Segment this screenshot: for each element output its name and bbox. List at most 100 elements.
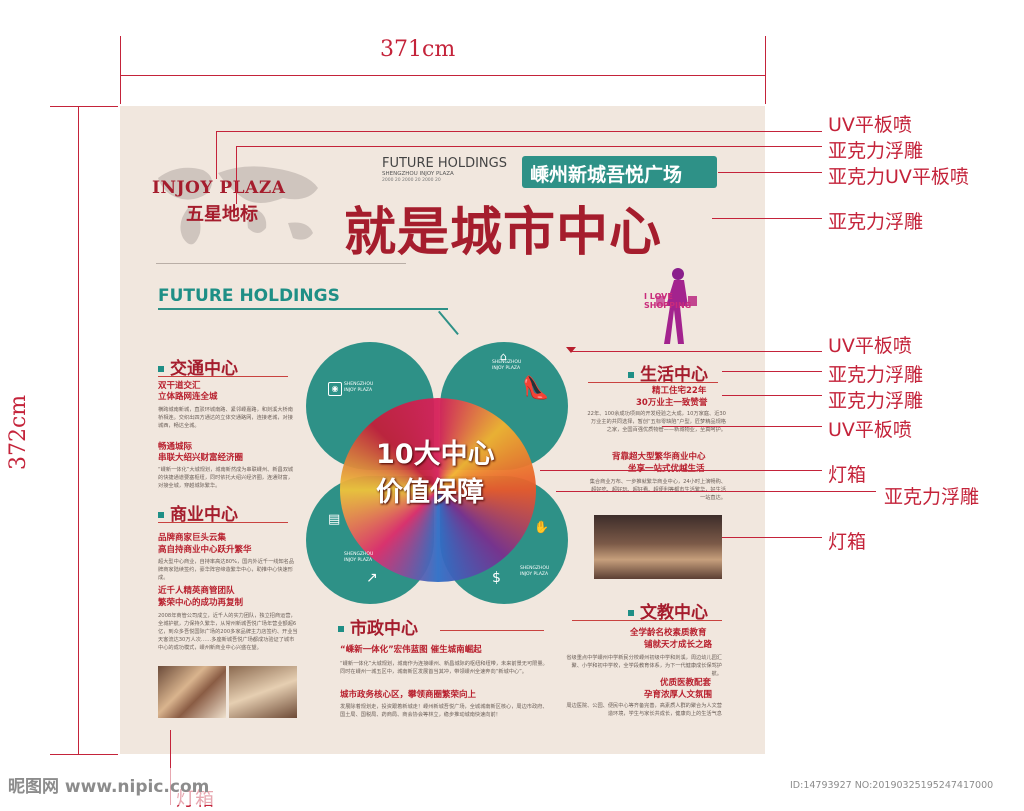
headline: 就是城市中心	[344, 203, 663, 263]
label-acrylic-1: 亚克力浮雕	[828, 140, 924, 162]
leader-line-9	[540, 470, 822, 471]
civic-title-text: 市政中心	[350, 619, 418, 639]
label-uv-2: UV平板喷	[828, 335, 912, 357]
business-underline	[158, 522, 288, 523]
leader-line-7	[722, 395, 822, 396]
civic-underline	[440, 630, 544, 631]
label-uv-3: UV平板喷	[828, 419, 912, 441]
leader-line-1-v	[216, 131, 217, 179]
business-photo-2	[229, 666, 297, 718]
section-dot	[158, 512, 164, 518]
business-h1a: 品牌商家巨头云集	[158, 533, 227, 543]
culture-h1b: 铺就天才成长之路	[644, 640, 713, 650]
height-tick-bottom	[50, 754, 118, 755]
mall-photo	[594, 515, 722, 579]
life-h2a: 背靠超大型繁华商业中心	[612, 452, 706, 462]
width-dimension-line	[120, 75, 765, 76]
future-holdings-green: FUTURE HOLDINGS	[158, 286, 340, 306]
leaf-label-br: SHENGZHOU INJOY PLAZA	[520, 566, 550, 577]
culture-h2b: 孕育浓厚人文氛围	[644, 690, 713, 700]
business-p2: 2008年商管公司成立，近千人的实力团队，独立招商运营，全城护航，力保持久繁华，…	[158, 613, 298, 651]
green-underline	[158, 308, 448, 310]
label-acrylic-4: 亚克力浮雕	[828, 390, 924, 412]
culture-p2: 周边医院、公园、便民中心等齐备完善，高素质人群的聚合为人文营造环境，学生与家长共…	[566, 703, 722, 717]
leader-line-3	[718, 172, 822, 173]
rss-icon: ◉	[328, 382, 342, 396]
dollar-icon: $	[492, 570, 501, 586]
business-h2b: 繁荣中心的成功再复制	[158, 598, 244, 608]
leader-line-10	[556, 491, 876, 492]
civic-h1: “嵊新一体化”宏伟蓝图 催生城南崛起	[340, 645, 482, 655]
center-line-1: 10大中心	[376, 439, 495, 470]
life-p1: 22年、100余成功项目的开发经验之大成，10万家庭、近30万业主的共同选择，暂…	[587, 411, 726, 433]
culture-h2a: 优质医教配套	[660, 678, 712, 688]
triangle-marker	[566, 347, 576, 353]
label-acrylic-5: 亚克力浮雕	[884, 486, 980, 508]
section-dot	[628, 610, 634, 616]
label-acrylic-2: 亚克力浮雕	[828, 211, 924, 233]
civic-p2: 发展除着规划走，投资跟着新城走！嵊州新城吾悦广场，全城城南新区核心，周边市政府、…	[340, 704, 548, 718]
future-holdings-title: FUTURE HOLDINGS	[382, 156, 507, 171]
hand-coin-icon: ✋	[534, 520, 549, 534]
section-dot	[158, 366, 164, 372]
logo-en: INJOY PLAZA	[152, 178, 286, 198]
traffic-h1a: 双干道交汇	[158, 381, 201, 391]
culture-h1a: 全学龄名校素质教育	[630, 628, 707, 638]
leaf-label-tl: SHENGZHOU INJOY PLAZA	[344, 382, 374, 393]
business-photo-1	[158, 666, 226, 718]
section-dot	[338, 626, 344, 632]
height-label: 372cm	[6, 394, 31, 470]
leader-line-6	[722, 371, 822, 372]
traffic-h1b: 立体路网连全城	[158, 392, 218, 402]
label-uv-1: UV平板喷	[828, 114, 912, 136]
shoe-icon: 👠	[522, 376, 550, 401]
civic-h2: 城市政务核心区，攀领商圈繁荣向上	[340, 690, 477, 700]
leader-line-11	[722, 537, 822, 538]
section-dot	[628, 372, 634, 378]
growth-chart-icon: ↗	[366, 570, 378, 586]
civic-p1: “嵊新一体化”大城规划，城南作为连接嵊州、新昌城际的枢纽和纽带，未来前景无可限量…	[340, 661, 548, 675]
business-h1b: 高自持商业中心跃升繁华	[158, 545, 252, 555]
leader-line-8	[662, 426, 822, 427]
traffic-h2a: 畅通城际	[158, 442, 193, 452]
leader-line-2-v	[236, 146, 237, 204]
logo-cn: 五星地标	[186, 204, 258, 225]
label-lightbox-2: 灯箱	[828, 531, 867, 553]
width-tick-right	[765, 36, 766, 104]
love-shopping-text: I LOVE SHOPPING	[644, 292, 692, 310]
building-icon: ▤	[328, 512, 341, 527]
leaf-label-bl: SHENGZHOU INJOY PLAZA	[344, 552, 374, 563]
leaf-label-tr: SHENGZHOU INJOY PLAZA	[492, 360, 522, 371]
culture-underline	[572, 620, 722, 621]
home-icon: ⌂	[500, 350, 507, 363]
traffic-underline	[158, 376, 288, 377]
width-tick-left	[120, 36, 121, 104]
title-badge-text: 嵊州新城吾悦广场	[530, 164, 683, 186]
civic-title: 市政中心	[338, 614, 418, 639]
traffic-h2b: 串联大绍兴财富经济圈	[158, 453, 244, 463]
label-acrylic-3: 亚克力浮雕	[828, 364, 924, 386]
leader-line-2	[236, 146, 822, 147]
life-h1b: 30万业主一致赞誉	[636, 398, 708, 408]
header-divider	[156, 263, 406, 264]
future-holdings-years: 2000 20 2000 20 2000 20	[382, 178, 441, 183]
traffic-p1: 横跨城南新城，直驳环城南路、紧邻嵊嘉路，和剡溪大桥南桥相连。交织出四方通达的立体…	[158, 407, 293, 429]
height-dimension-line	[78, 106, 79, 754]
watermark-left: 昵图网 www.nipic.com	[8, 777, 210, 797]
watermark-right: ID:14793927 NO:20190325195247417000	[790, 780, 994, 791]
height-tick-top	[50, 106, 118, 107]
traffic-p2: “嵊新一体化”大城规划，城南新然成为串联嵊州、新昌双城的快捷通道要塞枢纽，同时依…	[158, 467, 294, 489]
business-h2a: 近千人精英商管团队	[158, 586, 235, 596]
business-p1: 超大型中心商业，自持率高达80%，国内外近千一线知名品牌商家陆续签约，豪华阵容缔…	[158, 559, 295, 581]
life-h1a: 精工住宅22年	[652, 386, 707, 396]
label-lightbox-1: 灯箱	[828, 464, 867, 486]
leader-line-5	[572, 351, 822, 352]
center-line-2: 价值保障	[376, 477, 484, 508]
leader-line-4	[712, 218, 822, 219]
culture-p1: 省级重点中学嵊州中学新民分校嵊州初级中学和剡溪，周边幼儿园汇聚、小学和初中学校，…	[566, 655, 722, 677]
leader-line-1	[216, 131, 822, 132]
future-holdings-sub: SHENGZHOU INJOY PLAZA	[382, 171, 454, 177]
life-p2: 集合商业万布、一步推就繁华商业中心，24小时上演畅购、超好吃、超好玩、超好看、超…	[589, 479, 726, 501]
label-acrylic-uv: 亚克力UV平板喷	[828, 166, 969, 188]
life-underline	[588, 382, 718, 383]
